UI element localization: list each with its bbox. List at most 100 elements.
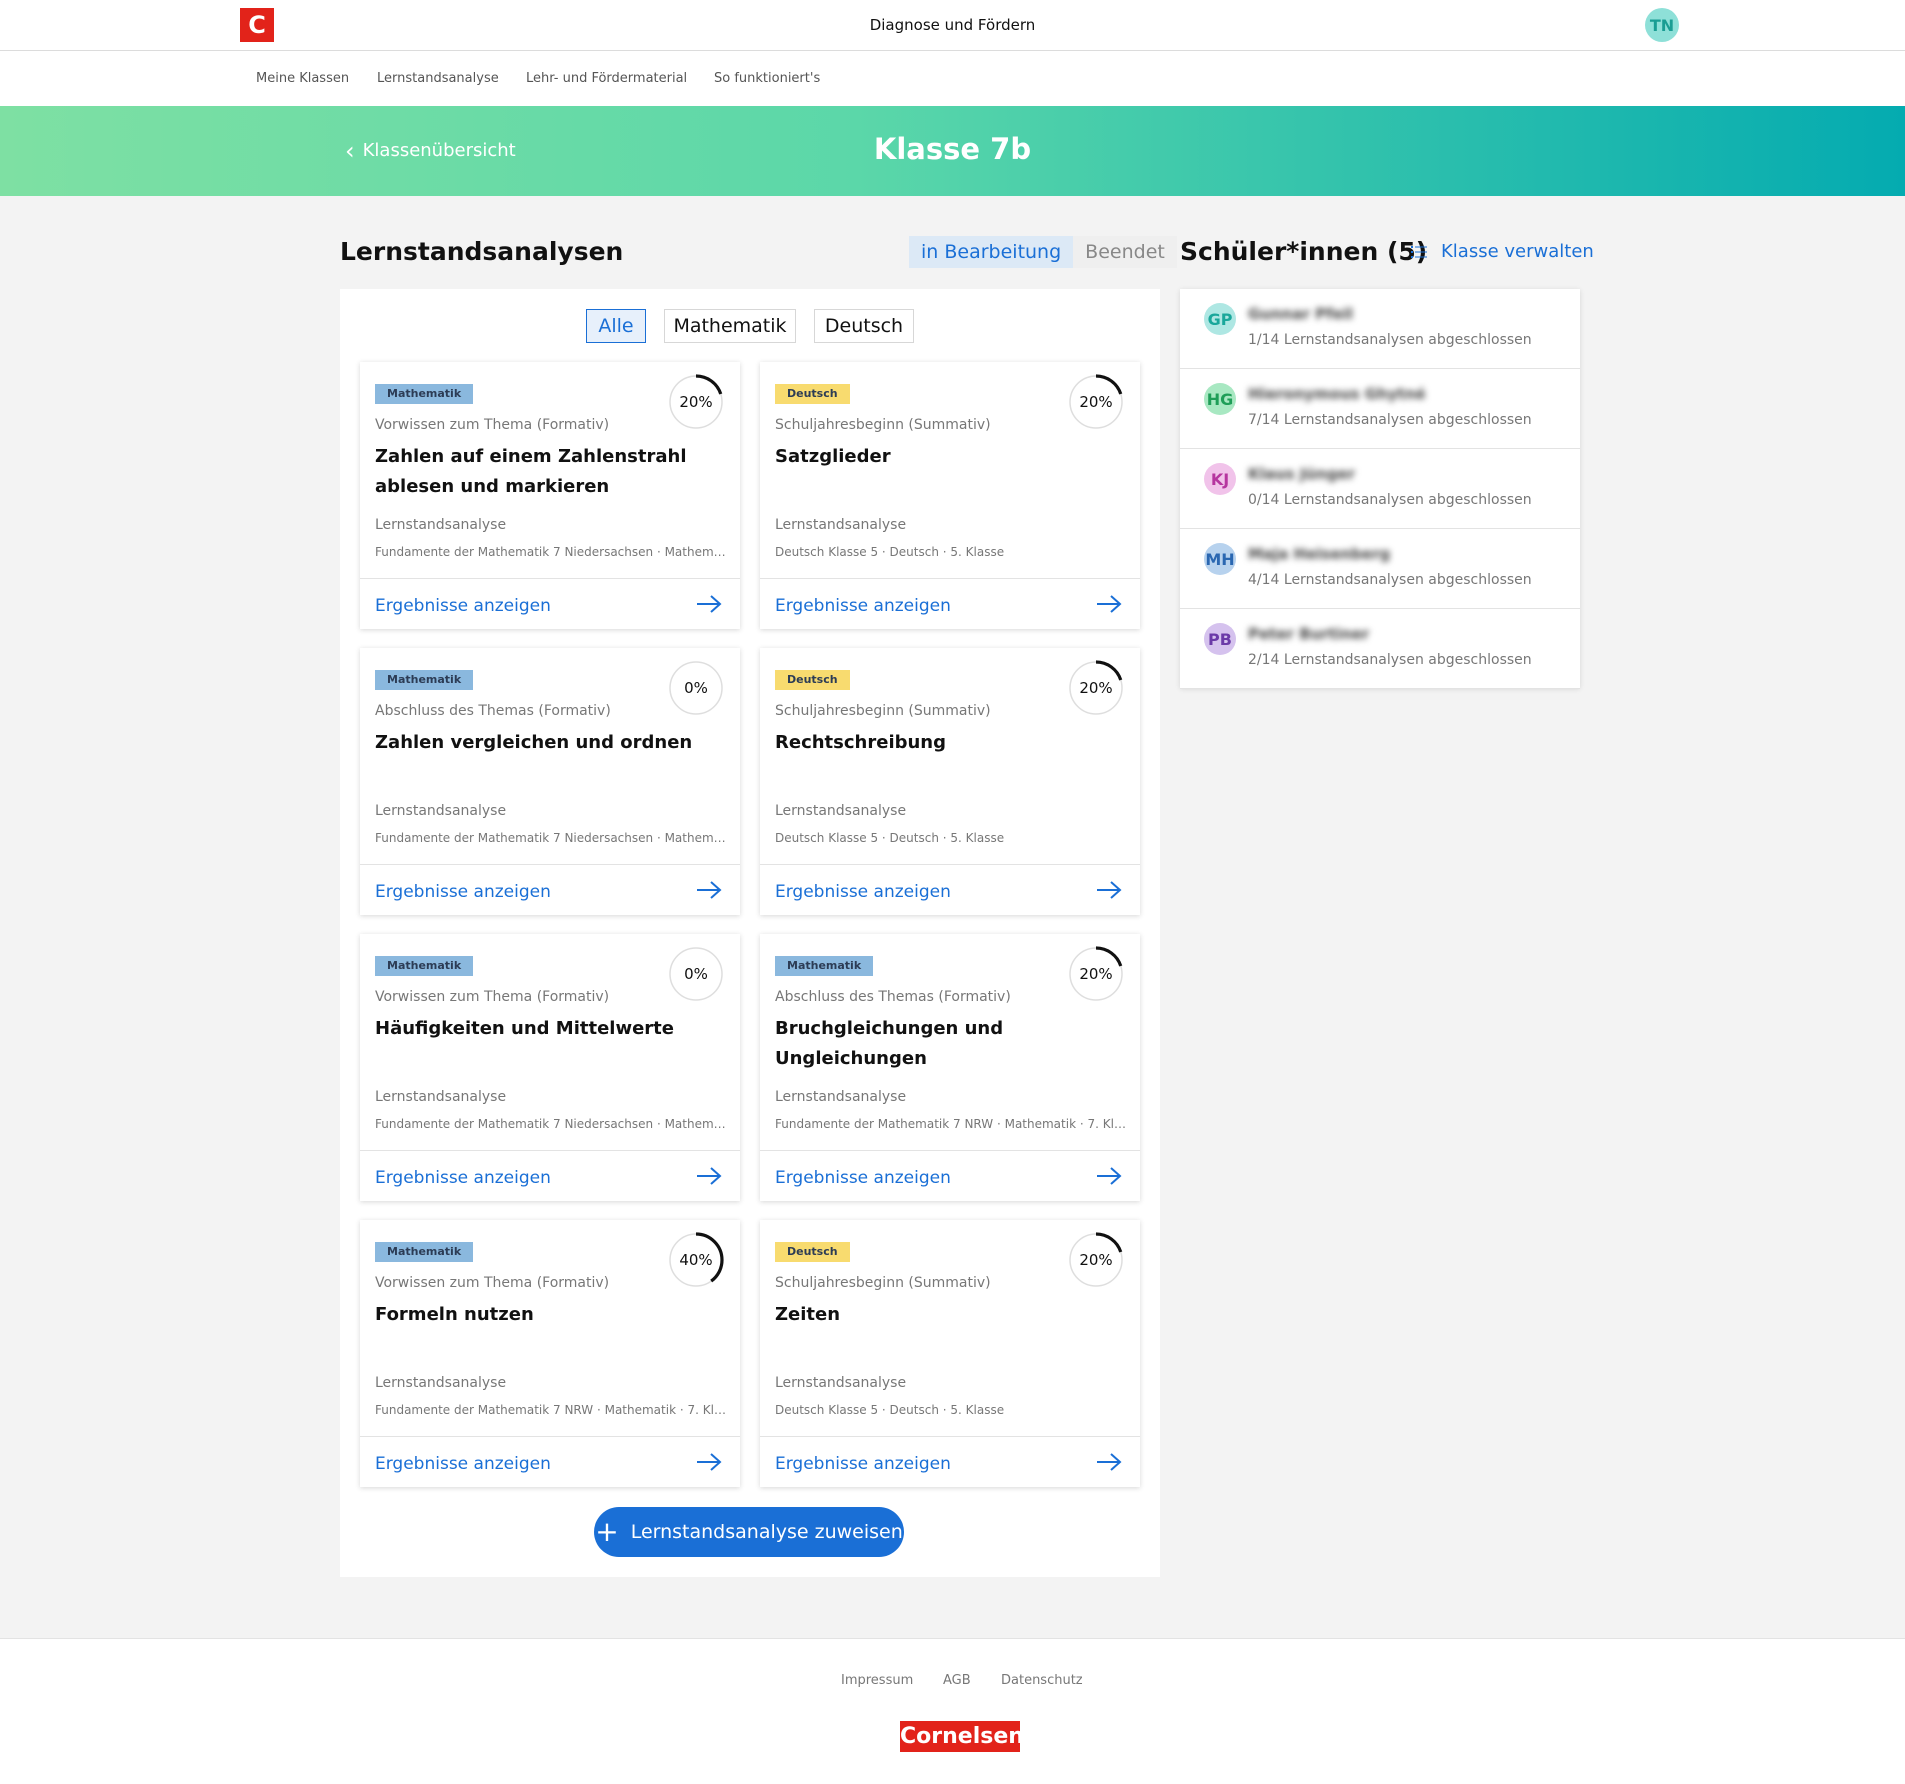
progress-ring: 20%: [668, 374, 724, 430]
student-row[interactable]: HG Hieronymous Ghytné 7/14 Lernstandsanaly…: [1180, 369, 1580, 449]
student-row[interactable]: PB Peter Burtiner 2/14 Lernstandsanalysen …: [1180, 609, 1580, 689]
show-results-link[interactable]: Ergebnisse anzeigen: [375, 1168, 551, 1188]
analysis-type: Lernstandsanalyse: [775, 1375, 907, 1391]
analysis-title: Formeln nutzen: [375, 1304, 534, 1325]
assign-analysis-button[interactable]: + Lernstandsanalyse zuweisen: [594, 1507, 904, 1557]
progress-percent: 0%: [684, 679, 708, 697]
analysis-kind: Schuljahresbeginn (Summativ): [775, 1275, 991, 1291]
analysis-kind: Abschluss des Themas (Formativ): [775, 989, 1011, 1005]
arrow-right-icon[interactable]: [1095, 1165, 1123, 1187]
analysis-card: Deutsch 20% Schuljahresbeginn (Summativ) Ze…: [760, 1220, 1140, 1487]
show-results-link[interactable]: Ergebnisse anzeigen: [775, 596, 951, 616]
class-banner: ‹ Klassenübersicht Klasse 7b: [0, 106, 1905, 196]
analysis-kind: Vorwissen zum Thema (Formativ): [375, 417, 610, 433]
analysis-kind: Vorwissen zum Thema (Formativ): [375, 1275, 610, 1291]
nav-so-funktionierts[interactable]: So funktioniert's: [714, 71, 820, 86]
analysis-card: Mathematik 20% Vorwissen zum Thema (Format…: [360, 362, 740, 629]
footer: Impressum AGB Datenschutz Cornelsen: [0, 1638, 1905, 1784]
student-progress: 1/14 Lernstandsanalysen abgeschlossen: [1248, 332, 1532, 348]
arrow-right-icon[interactable]: [1095, 1451, 1123, 1473]
nav-meine-klassen[interactable]: Meine Klassen: [256, 71, 349, 86]
nav-lernstandsanalyse[interactable]: Lernstandsanalyse: [377, 71, 499, 86]
progress-percent: 20%: [1079, 1251, 1113, 1269]
analysis-card: Mathematik 0% Vorwissen zum Thema (Formati…: [360, 934, 740, 1201]
show-results-link[interactable]: Ergebnisse anzeigen: [775, 1168, 951, 1188]
progress-percent: 40%: [679, 1251, 713, 1269]
card-divider: [360, 578, 740, 579]
arrow-right-icon[interactable]: [1095, 593, 1123, 615]
footer-link-agb[interactable]: AGB: [943, 1673, 971, 1688]
app-title: Diagnose und Fördern: [869, 16, 1036, 34]
progress-ring: 20%: [1068, 660, 1124, 716]
analysis-title: Bruchgleichungen und Ungleichungen: [775, 1018, 1004, 1069]
card-divider: [360, 1150, 740, 1151]
tab-beendet[interactable]: Beendet: [1073, 236, 1177, 268]
arrow-right-icon[interactable]: [695, 593, 723, 615]
analysis-type: Lernstandsanalyse: [775, 517, 907, 533]
footer-link-datenschutz[interactable]: Datenschutz: [1001, 1673, 1083, 1688]
show-results-link[interactable]: Ergebnisse anzeigen: [775, 1454, 951, 1474]
filter-alle[interactable]: Alle: [586, 309, 646, 343]
card-divider: [360, 1436, 740, 1437]
analysis-title: Zeiten: [775, 1304, 841, 1325]
show-results-link[interactable]: Ergebnisse anzeigen: [775, 882, 951, 902]
analysis-source: Deutsch Klasse 5 · Deutsch · 5. Klasse: [775, 1403, 1005, 1417]
card-divider: [360, 864, 740, 865]
subject-tag: Mathematik: [775, 956, 874, 976]
student-avatar: HG: [1204, 383, 1236, 415]
analysis-source: Deutsch Klasse 5 · Deutsch · 5. Klasse: [775, 545, 1005, 559]
arrow-right-icon[interactable]: [695, 879, 723, 901]
tab-in-bearbeitung[interactable]: in Bearbeitung: [909, 236, 1074, 268]
analysis-type: Lernstandsanalyse: [375, 1089, 507, 1105]
filter-deutsch[interactable]: Deutsch: [814, 309, 914, 343]
analyses-heading: Lernstandsanalysen: [340, 237, 624, 266]
arrow-right-icon[interactable]: [1095, 879, 1123, 901]
card-divider: [760, 1150, 1140, 1151]
progress-percent: 0%: [684, 965, 708, 983]
user-avatar[interactable]: TN: [1645, 8, 1679, 42]
plus-icon: +: [595, 1515, 619, 1548]
analyses-panel: Alle Mathematik Deutsch Mathematik 20% Vor…: [340, 289, 1160, 1577]
analysis-source: Fundamente der Mathematik 7 Niedersachse…: [375, 545, 727, 559]
arrow-right-icon[interactable]: [695, 1165, 723, 1187]
card-divider: [760, 578, 1140, 579]
nav-lehr-und-foerdermaterial[interactable]: Lehr- und Fördermaterial: [526, 71, 687, 86]
progress-percent: 20%: [1079, 965, 1113, 983]
student-progress: 4/14 Lernstandsanalysen abgeschlossen: [1248, 572, 1532, 588]
list-icon: [1411, 245, 1427, 258]
subject-tag: Mathematik: [375, 384, 474, 404]
progress-ring: 20%: [1068, 374, 1124, 430]
card-divider: [760, 1436, 1140, 1437]
analysis-kind: Schuljahresbeginn (Summativ): [775, 703, 991, 719]
analysis-type: Lernstandsanalyse: [775, 803, 907, 819]
student-name: Maja Heisenberg: [1248, 545, 1391, 563]
student-progress: 2/14 Lernstandsanalysen abgeschlossen: [1248, 652, 1532, 668]
student-row[interactable]: KJ Klaus Jünger 0/14 Lernstandsanalysen ab…: [1180, 449, 1580, 529]
analysis-title: Zahlen vergleichen und ordnen: [375, 732, 693, 753]
student-progress: 0/14 Lernstandsanalysen abgeschlossen: [1248, 492, 1532, 508]
progress-percent: 20%: [1079, 679, 1113, 697]
student-row[interactable]: MH Maja Heisenberg 4/14 Lernstandsanalysen…: [1180, 529, 1580, 609]
analysis-card: Deutsch 20% Schuljahresbeginn (Summativ) Sa…: [760, 362, 1140, 629]
progress-ring: 0%: [668, 946, 724, 1002]
progress-percent: 20%: [679, 393, 713, 411]
filter-mathematik[interactable]: Mathematik: [664, 309, 796, 343]
show-results-link[interactable]: Ergebnisse anzeigen: [375, 596, 551, 616]
student-avatar: MH: [1204, 543, 1236, 575]
top-bar: C Diagnose und Fördern TN: [0, 0, 1905, 51]
footer-link-impressum[interactable]: Impressum: [841, 1673, 913, 1688]
student-name: Klaus Jünger: [1248, 465, 1355, 483]
show-results-link[interactable]: Ergebnisse anzeigen: [375, 1454, 551, 1474]
student-row[interactable]: GP Gunnar Pfeil 1/14 Lernstandsanalysen ab…: [1180, 289, 1580, 369]
analysis-type: Lernstandsanalyse: [375, 1375, 507, 1391]
progress-ring: 40%: [668, 1232, 724, 1288]
analysis-kind: Schuljahresbeginn (Summativ): [775, 417, 991, 433]
subject-tag: Mathematik: [375, 670, 474, 690]
show-results-link[interactable]: Ergebnisse anzeigen: [375, 882, 551, 902]
manage-class-link[interactable]: Klasse verwalten: [1411, 241, 1594, 262]
subject-tag: Deutsch: [775, 1242, 850, 1262]
subject-tag: Deutsch: [775, 670, 850, 690]
students-heading: Schüler*innen (5): [1180, 237, 1428, 266]
arrow-right-icon[interactable]: [695, 1451, 723, 1473]
analysis-source: Fundamente der Mathematik 7 Niedersachse…: [375, 831, 727, 845]
